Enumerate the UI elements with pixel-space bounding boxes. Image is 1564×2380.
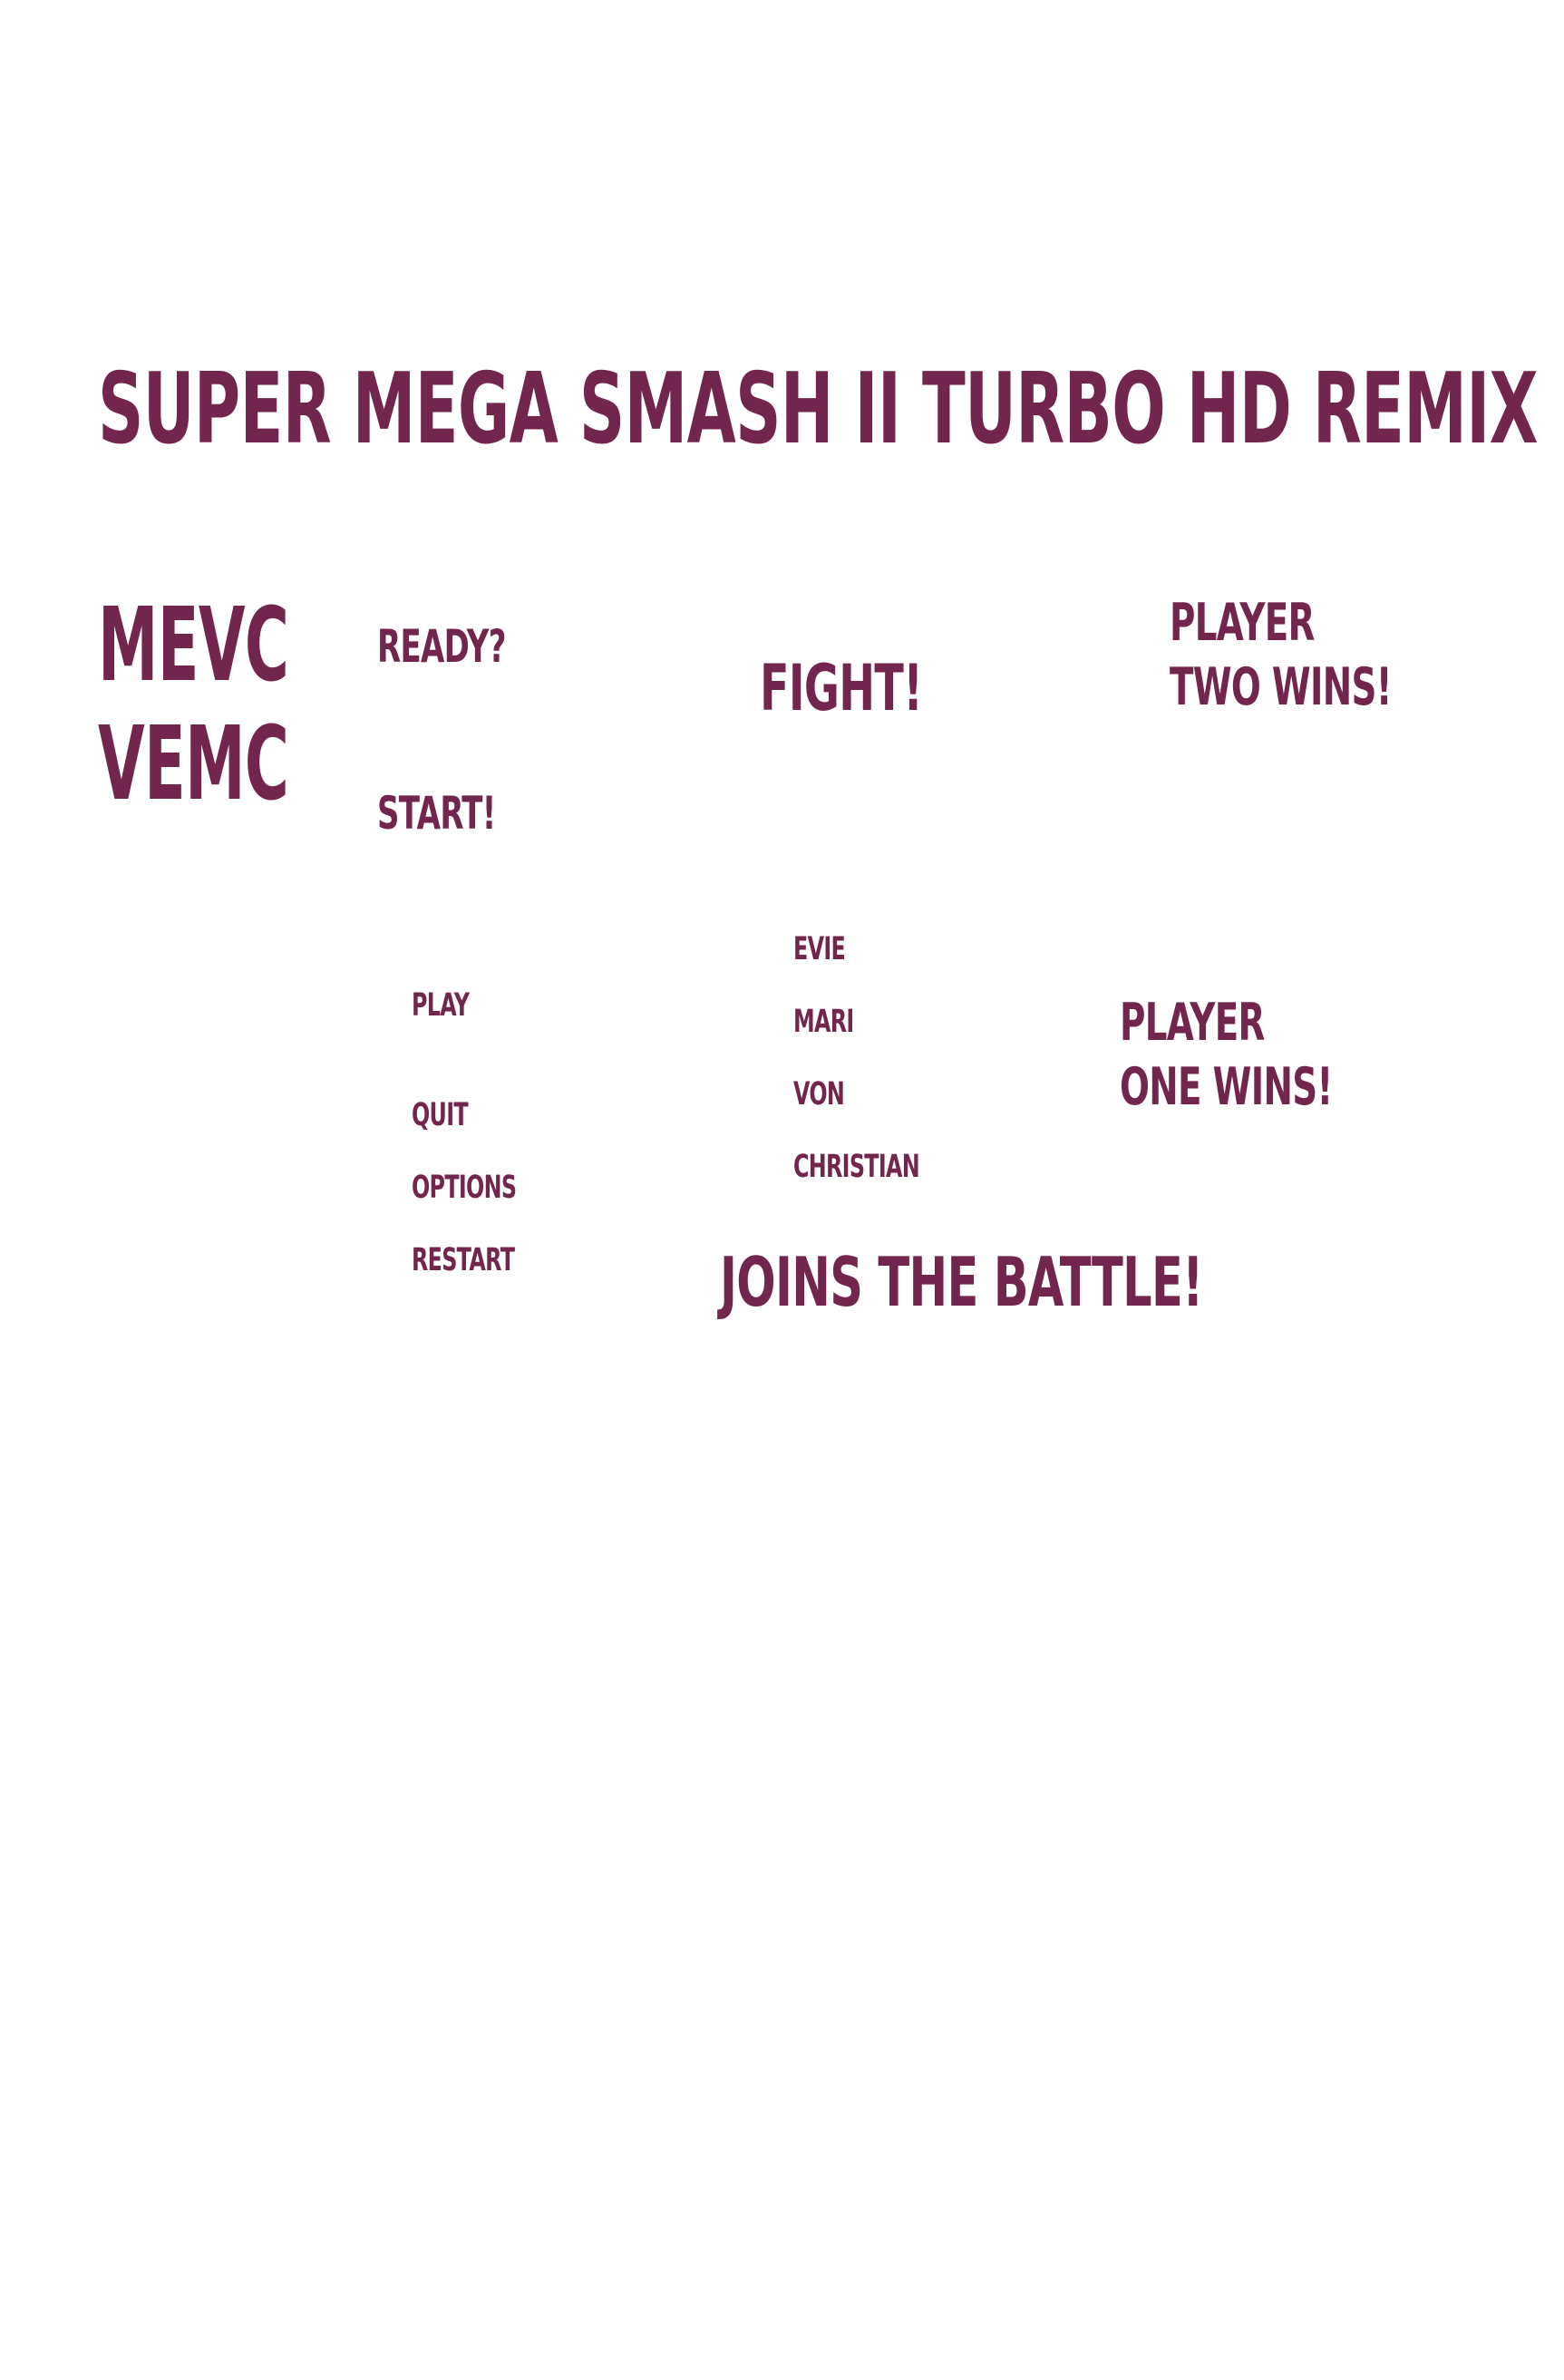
start-text: START! — [377, 787, 496, 840]
menu-item-options[interactable]: OPTIONS — [412, 1172, 517, 1204]
character-von[interactable]: VON — [793, 1079, 845, 1111]
logo-line-2: VEMC — [98, 705, 289, 823]
fight-text: FIGHT! — [760, 651, 923, 725]
menu-item-play[interactable]: PLAY — [412, 990, 470, 1022]
ready-text: READY? — [377, 620, 506, 673]
joins-the-battle-text: JOINS THE BATTLE! — [720, 1242, 1203, 1322]
character-evie[interactable]: EVIE — [793, 934, 846, 966]
character-christian[interactable]: CHRISTIAN — [793, 1151, 920, 1183]
menu-item-quit[interactable]: QUIT — [412, 1100, 469, 1132]
game-title: SUPER MEGA SMASH II TURBO HD REMIX — [98, 353, 1539, 466]
logo-line-1: MEVC — [98, 587, 289, 704]
player-two-wins-text: PLAYER TWO WINS! — [1170, 593, 1392, 718]
player-one-wins-text: PLAYER ONE WINS! — [1120, 993, 1333, 1118]
menu-item-restart[interactable]: RESTART — [412, 1245, 515, 1277]
character-mari[interactable]: MARI — [793, 1006, 854, 1038]
